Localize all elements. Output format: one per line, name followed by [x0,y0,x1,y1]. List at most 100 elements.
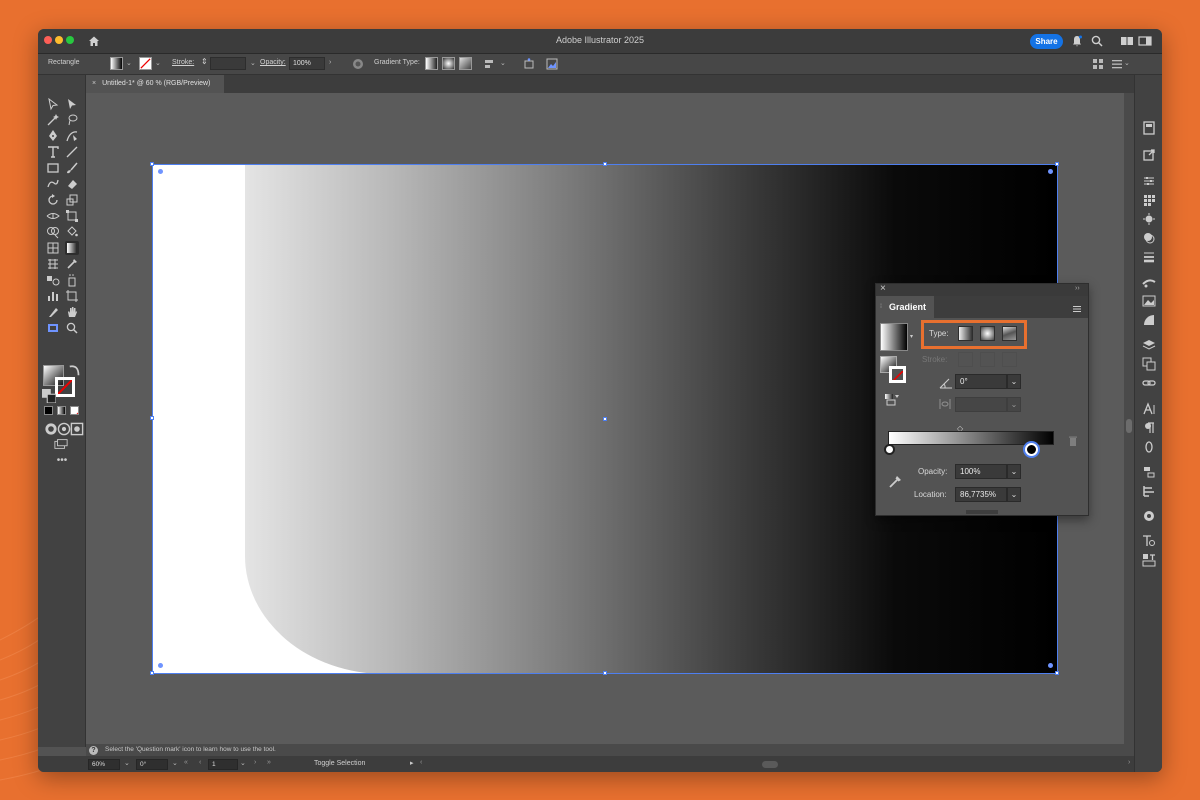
stroke-panel-icon[interactable] [1142,250,1156,264]
shape-builder-tool-icon[interactable] [46,225,60,239]
artboard-number-field[interactable]: 1 [208,759,238,770]
shaper-tool-icon[interactable] [46,177,60,191]
symbol-sprayer-tool-icon[interactable] [65,273,79,287]
radial-gradient-button[interactable] [442,57,455,70]
none-mode-icon[interactable] [70,406,79,415]
status-menu-icon[interactable]: ▸ [410,759,414,767]
gradient-stop-white[interactable] [884,444,895,455]
next-artboard-icon[interactable]: › [254,759,256,766]
image-panel-icon[interactable] [1142,294,1156,308]
align-icon[interactable] [483,57,497,71]
freeform-gradient-button[interactable] [459,57,472,70]
live-corner-widget[interactable] [158,169,163,174]
stop-opacity-dropdown-icon[interactable]: ⌄ [1007,464,1021,479]
width-tool-icon[interactable] [46,209,60,223]
angle-field[interactable]: 0° [955,374,1007,389]
type-tool-icon[interactable] [46,145,60,159]
properties-panel-icon[interactable] [1142,121,1156,135]
perspective-grid-tool-icon[interactable] [46,241,60,255]
artboard-dropdown-icon[interactable]: ⌄ [240,759,246,767]
hand-tool-icon[interactable] [65,305,79,319]
eyedropper-tool-icon[interactable] [65,257,79,271]
panel-options-menu-icon[interactable] [1072,301,1082,312]
zoom-dropdown-icon[interactable]: ⌄ [124,759,130,767]
gradient-stop-black-selected[interactable] [1025,443,1038,456]
vertical-scrollbar[interactable] [1124,93,1134,756]
swatches-panel-icon[interactable] [1142,193,1156,207]
stop-opacity-field[interactable]: 100% [955,464,1007,479]
stroke-weight-field[interactable] [210,57,246,70]
close-tab-icon[interactable]: × [92,80,96,87]
opentype-panel-icon[interactable] [1142,440,1156,454]
color-mode-icon[interactable] [44,406,53,415]
brushes-panel-icon[interactable] [1142,275,1156,289]
live-corner-widget[interactable] [1048,663,1053,668]
draw-normal-icon[interactable] [44,422,57,435]
scale-tool-icon[interactable] [65,193,79,207]
print-tiling-tool-icon[interactable] [46,321,60,335]
slice-tool-icon[interactable] [46,305,60,319]
pen-tool-icon[interactable] [46,129,60,143]
collapse-panel-icon[interactable]: ›› [1075,285,1080,292]
resize-handle-middle-left[interactable] [150,416,154,420]
stroke-across-button[interactable] [1002,352,1017,367]
delete-stop-icon[interactable] [1067,434,1079,446]
artboards-panel-icon[interactable] [1142,357,1156,371]
close-panel-icon[interactable]: × [880,283,886,294]
transform-icon[interactable] [522,57,536,71]
fill-dropdown-icon[interactable]: ⌄ [126,59,132,67]
selection-tool-icon[interactable] [46,97,60,111]
resize-handle-bottom-center[interactable] [603,671,607,675]
horizontal-scroll-thumb[interactable] [762,761,778,768]
stroke-dropdown-icon[interactable]: ⌄ [155,59,161,67]
eyedropper-icon[interactable] [887,474,903,490]
transparency-panel-icon[interactable] [1142,313,1156,327]
layers-panel-icon[interactable] [1142,338,1156,352]
glyphs-panel-icon[interactable] [1142,553,1156,567]
opacity-label[interactable]: Opacity: [260,59,286,66]
scroll-right-icon[interactable]: › [1128,759,1130,766]
live-paint-bucket-tool-icon[interactable] [65,225,79,239]
zoom-tool-icon[interactable] [65,321,79,335]
free-transform-tool-icon[interactable] [65,209,79,223]
curvature-tool-icon[interactable] [65,129,79,143]
panel-menu-icon[interactable] [1110,57,1124,71]
rotate-tool-icon[interactable] [46,193,60,207]
gradient-preview-swatch[interactable] [880,323,908,351]
column-graph-tool-icon[interactable] [46,289,60,303]
draw-inside-icon[interactable] [70,422,84,436]
search-icon[interactable] [1090,34,1104,48]
gradient-tool-icon[interactable] [65,241,79,255]
rectangle-tool-icon[interactable] [46,161,60,175]
bell-icon[interactable] [1070,34,1084,48]
character-panel-icon[interactable] [1142,402,1156,416]
eraser-tool-icon[interactable] [65,177,79,191]
line-segment-tool-icon[interactable] [65,145,79,159]
tab-gradient[interactable]: ⁞ Gradient [876,296,934,318]
stroke-label[interactable]: Stroke: [172,59,194,66]
text-search-panel-icon[interactable] [1142,534,1156,548]
blend-tool-icon[interactable] [46,273,60,287]
fill-stroke-indicator[interactable] [880,356,907,383]
color-guide-panel-icon[interactable] [1142,212,1156,226]
scroll-left-icon[interactable]: ‹ [420,759,422,766]
align-panel-icon[interactable] [1142,465,1156,479]
default-fill-stroke-icon[interactable] [42,389,57,404]
workspace-switcher-icon[interactable] [1138,34,1152,48]
arrange-panels-icon[interactable] [1091,57,1105,71]
appearance-panel-icon[interactable] [1142,231,1156,245]
gradient-mode-icon[interactable] [57,406,66,415]
question-mark-icon[interactable]: ? [89,746,98,755]
stroke-color-swatch[interactable] [55,377,75,397]
previous-artboard-icon[interactable]: ‹ [199,759,201,766]
adjustments-panel-icon[interactable] [1142,174,1156,188]
symbols-panel-icon[interactable] [1142,509,1156,523]
resize-handle-bottom-left[interactable] [150,671,154,675]
stroke-within-button[interactable] [958,352,973,367]
live-corner-widget[interactable] [1048,169,1053,174]
aspect-ratio-dropdown-icon[interactable]: ⌄ [1007,397,1021,412]
location-field[interactable]: 86,7735% [955,487,1007,502]
zoom-field[interactable]: 60% [88,759,120,770]
gradient-presets-dropdown-icon[interactable]: ▾ [910,333,913,340]
gradient-panel-header[interactable]: × ›› [876,283,1088,296]
